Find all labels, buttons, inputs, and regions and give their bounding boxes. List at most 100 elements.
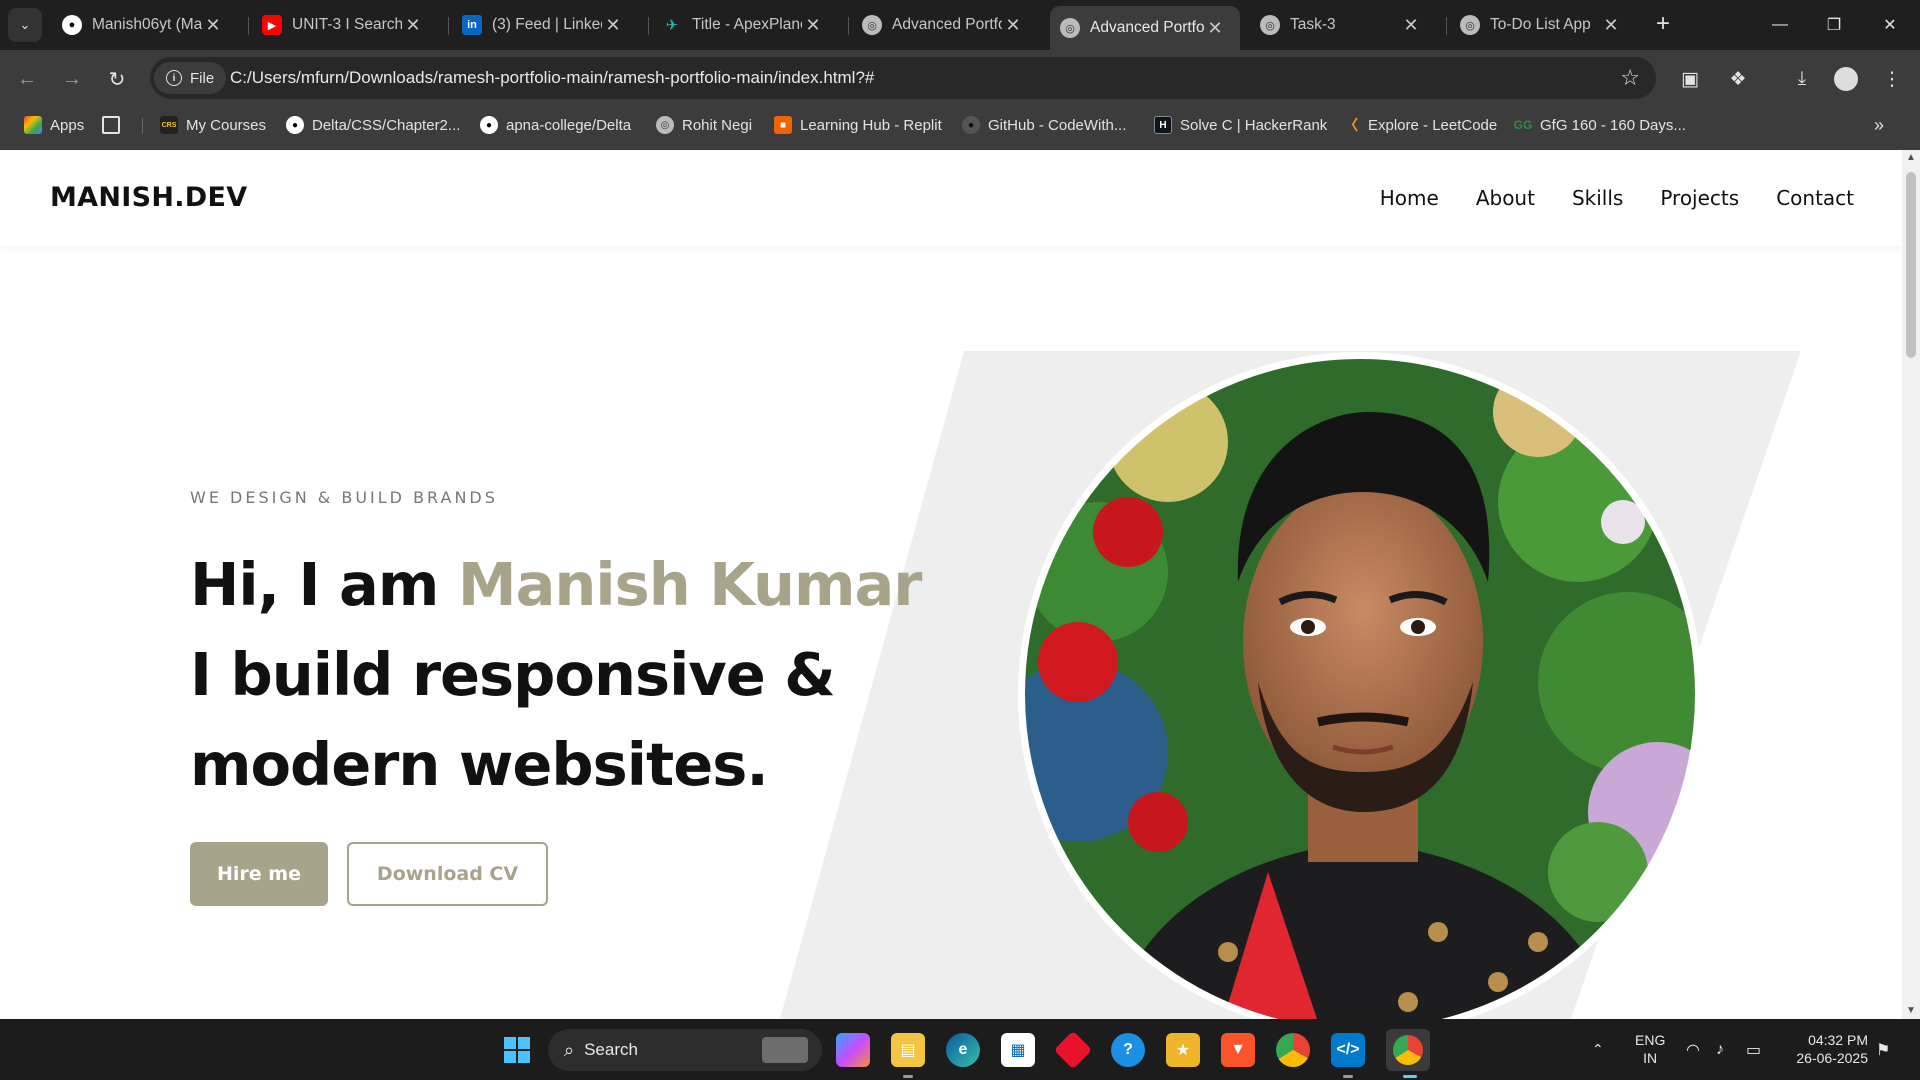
battery-icon[interactable]: ▭ xyxy=(1746,1019,1761,1080)
hero-line-2: I build responsive & xyxy=(190,640,836,709)
tab-title: Task-3 xyxy=(1290,16,1336,33)
address-bar[interactable]: i File C:/Users/mfurn/Downloads/ramesh-p… xyxy=(150,57,1656,99)
tab-linkedin[interactable]: in (3) Feed | LinkedI ✕ xyxy=(452,6,638,44)
tab-github[interactable]: ● Manish06yt (Man ✕ xyxy=(52,6,238,44)
bookmark-rohit-negi[interactable]: ◎ Rohit Negi xyxy=(656,108,752,142)
medal-icon[interactable]: ★ xyxy=(1166,1033,1200,1067)
download-icon[interactable]: ⤓ xyxy=(1786,63,1818,95)
tab-title: To-Do List App xyxy=(1490,16,1591,33)
nav-about[interactable]: About xyxy=(1476,186,1535,210)
close-icon[interactable]: ✕ xyxy=(1204,18,1226,39)
hire-me-button[interactable]: Hire me xyxy=(190,842,328,906)
bookmarks-overflow-icon[interactable]: » xyxy=(1874,108,1884,142)
close-icon[interactable]: ✕ xyxy=(1400,15,1422,36)
tab-portfolio-1[interactable]: ◎ Advanced Portfo ✕ xyxy=(852,6,1038,44)
file-explorer-icon[interactable]: ▤ xyxy=(891,1033,925,1067)
github-icon: ● xyxy=(62,15,82,35)
chrome-dev-icon[interactable] xyxy=(1276,1033,1310,1067)
help-icon[interactable]: ? xyxy=(1111,1033,1145,1067)
notification-bell-icon[interactable]: ⚑ xyxy=(1876,1019,1890,1080)
nav-contact[interactable]: Contact xyxy=(1776,186,1854,210)
close-icon[interactable]: ✕ xyxy=(1002,15,1024,36)
hero-eyebrow: WE DESIGN & BUILD BRANDS xyxy=(190,488,498,507)
wifi-icon[interactable]: ◠ xyxy=(1686,1019,1700,1080)
bookmark-delta-css[interactable]: ● Delta/CSS/Chapter2... xyxy=(286,108,460,142)
window-close-icon[interactable]: ✕ xyxy=(1860,0,1920,50)
kebab-menu-icon[interactable]: ⋮ xyxy=(1876,63,1908,95)
bookmark-replit[interactable]: ■ Learning Hub - Replit xyxy=(774,108,942,142)
language-indicator[interactable]: ENG IN xyxy=(1635,1031,1665,1067)
close-icon[interactable]: ✕ xyxy=(1600,15,1622,36)
globe-icon: ◎ xyxy=(1460,15,1480,35)
github-icon: ● xyxy=(480,116,498,134)
nav-home[interactable]: Home xyxy=(1380,186,1439,210)
apps-grid-icon xyxy=(24,116,42,134)
url-text[interactable]: C:/Users/mfurn/Downloads/ramesh-portfoli… xyxy=(230,57,874,99)
tab-apexplanet[interactable]: ✈ Title - ApexPlane ✕ xyxy=(652,6,838,44)
close-icon[interactable]: ✕ xyxy=(802,15,824,36)
bookmark-leetcode[interactable]: 〈 Explore - LeetCode xyxy=(1342,108,1497,142)
new-tab-plus-icon[interactable]: + xyxy=(1648,10,1678,40)
bookmark-hackerrank[interactable]: H Solve C | HackerRank xyxy=(1154,108,1327,142)
edge-icon[interactable]: e xyxy=(946,1033,980,1067)
bookmark-label: Explore - LeetCode xyxy=(1368,116,1498,134)
bookmark-github-codewith[interactable]: ● GitHub - CodeWith... xyxy=(962,108,1126,142)
windows-start-icon[interactable] xyxy=(500,1033,534,1067)
reload-icon[interactable]: ↻ xyxy=(100,62,134,96)
forward-arrow-icon[interactable]: → xyxy=(55,62,89,96)
clock-time: 04:32 PM xyxy=(1808,1032,1868,1048)
tab-youtube[interactable]: ▶ UNIT-3 I Searchin ✕ xyxy=(252,6,438,44)
tab-strip: ⌄ ● Manish06yt (Man ✕ ▶ UNIT-3 I Searchi… xyxy=(0,0,1920,50)
site-info-chip[interactable]: i File xyxy=(154,62,227,94)
scroll-down-arrow-icon[interactable]: ▼ xyxy=(1902,1003,1920,1019)
bookmark-apps[interactable]: Apps xyxy=(24,108,84,142)
brave-icon[interactable]: ▼ xyxy=(1221,1033,1255,1067)
github-icon: ● xyxy=(962,116,980,134)
browser-toolbar: ← → ↻ i File C:/Users/mfurn/Downloads/ra… xyxy=(0,50,1920,108)
apexplanet-icon: ✈ xyxy=(665,17,679,34)
info-icon: i xyxy=(166,70,182,86)
microsoft-store-icon[interactable]: ▦ xyxy=(1001,1033,1035,1067)
tab-search-chevron-icon[interactable]: ⌄ xyxy=(8,8,42,42)
hero-line-3: modern websites. xyxy=(190,730,769,799)
page-scrollbar[interactable]: ▲ ▼ xyxy=(1902,150,1920,1019)
tab-task-3[interactable]: ◎ Task-3 ✕ xyxy=(1250,6,1436,44)
tab-capture-icon[interactable]: ▣ xyxy=(1674,63,1706,95)
bookmark-label: Rohit Negi xyxy=(682,116,753,134)
close-icon[interactable]: ✕ xyxy=(402,15,424,36)
windows-taskbar: ⌕ Search ▤ e ▦ ? ★ ▼ </> ⌃ ENG IN ◠ ♪ ▭ … xyxy=(0,1019,1920,1080)
bookmark-tab-groups[interactable] xyxy=(102,108,128,142)
nav-projects[interactable]: Projects xyxy=(1660,186,1739,210)
profile-photo xyxy=(1018,352,1702,1019)
back-arrow-icon[interactable]: ← xyxy=(10,62,44,96)
vscode-icon[interactable]: </> xyxy=(1331,1033,1365,1067)
restore-icon[interactable]: ❐ xyxy=(1804,0,1864,50)
scroll-up-arrow-icon[interactable]: ▲ xyxy=(1902,150,1920,166)
bookmark-gfg[interactable]: GG GfG 160 - 160 Days... xyxy=(1514,108,1686,142)
site-logo[interactable]: MANISH.DEV xyxy=(50,150,247,246)
download-cv-button[interactable]: Download CV xyxy=(347,842,548,906)
minimize-icon[interactable]: — xyxy=(1750,0,1810,50)
tab-todo[interactable]: ◎ To-Do List App ✕ xyxy=(1450,6,1636,44)
copilot-icon[interactable] xyxy=(836,1033,870,1067)
leetcode-icon: 〈 xyxy=(1344,117,1358,133)
extensions-puzzle-icon[interactable]: ❖ xyxy=(1722,63,1754,95)
bookmark-star-icon[interactable]: ☆ xyxy=(1620,57,1640,99)
bookmark-apna-college[interactable]: ● apna-college/Delta xyxy=(480,108,631,142)
system-clock[interactable]: 04:32 PM 26-06-2025 xyxy=(1786,1031,1868,1067)
linkedin-icon: in xyxy=(462,15,482,35)
close-icon[interactable]: ✕ xyxy=(602,15,624,36)
tray-overflow-chevron-icon[interactable]: ⌃ xyxy=(1592,1019,1604,1080)
profile-avatar[interactable] xyxy=(1830,63,1862,95)
scrollbar-thumb[interactable] xyxy=(1906,172,1916,358)
volume-icon[interactable]: ♪ xyxy=(1716,1019,1724,1080)
chrome-icon[interactable] xyxy=(1386,1029,1430,1071)
anydesk-icon[interactable] xyxy=(1053,1030,1093,1070)
taskbar-search[interactable]: ⌕ Search xyxy=(548,1029,822,1071)
taskbar-search-label: Search xyxy=(584,1040,638,1059)
tab-portfolio-active[interactable]: ◎ Advanced Portfo ✕ xyxy=(1050,6,1240,50)
nav-skills[interactable]: Skills xyxy=(1572,186,1623,210)
bookmark-my-courses[interactable]: CRS My Courses xyxy=(160,108,266,142)
close-icon[interactable]: ✕ xyxy=(202,15,224,36)
course-icon: CRS xyxy=(160,116,178,134)
